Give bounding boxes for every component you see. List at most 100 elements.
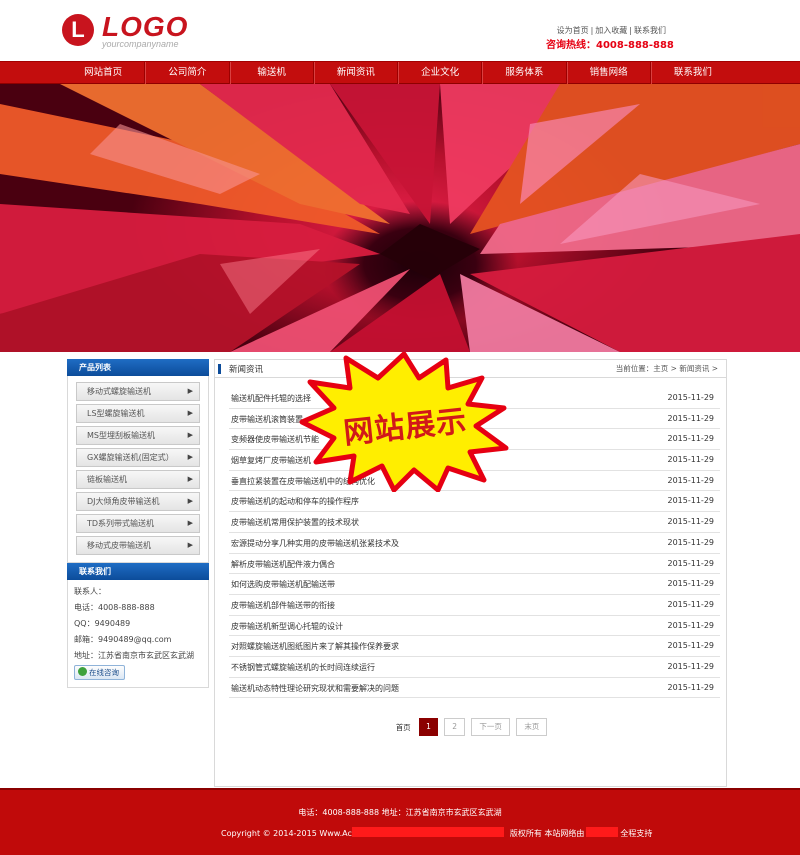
product-item-label: TD系列带式输送机 bbox=[87, 519, 155, 528]
nav-conveyor[interactable]: 输送机 bbox=[229, 62, 314, 85]
redacted-block bbox=[351, 827, 504, 837]
hotline: 咨询热线：4008-888-888 bbox=[546, 40, 674, 51]
news-row[interactable]: 皮带输送机的起动和停车的操作程序 2015-11-29 bbox=[229, 491, 720, 513]
separator: | bbox=[629, 26, 632, 35]
triangle-right-icon: ▶ bbox=[187, 475, 193, 483]
news-date: 2015-11-29 bbox=[667, 579, 715, 589]
nav-contact[interactable]: 联系我们 bbox=[650, 62, 734, 85]
news-row[interactable]: 皮带输送机部件输送带的衔接 2015-11-29 bbox=[229, 595, 720, 616]
news-row[interactable]: 对照螺旋输送机图纸图片来了解其操作保养要求 2015-11-29 bbox=[229, 636, 720, 657]
news-title[interactable]: 输送机动态特性理论研究现状和需要解决的问题 bbox=[231, 683, 399, 694]
product-item[interactable]: LS型螺旋输送机 ▶ bbox=[76, 404, 200, 423]
news-date: 2015-11-29 bbox=[667, 496, 715, 506]
banner-art bbox=[0, 84, 800, 352]
logo-subtitle: yourcompanyname bbox=[102, 39, 179, 49]
news-date: 2015-11-29 bbox=[667, 413, 715, 423]
news-row[interactable]: 如何选购皮带输送机配输送带 2015-11-29 bbox=[229, 574, 720, 595]
news-date: 2015-11-29 bbox=[667, 537, 715, 547]
product-item[interactable]: TD系列带式输送机 ▶ bbox=[76, 514, 200, 533]
contact-box: 联系人： 电话：4008-888-888 QQ：9490489 邮箱：94904… bbox=[67, 580, 209, 688]
pager-page-2[interactable]: 2 bbox=[444, 718, 466, 736]
news-title[interactable]: 皮带输送机部件输送带的衔接 bbox=[231, 600, 335, 611]
sidebar: 产品列表 移动式螺旋输送机 ▶ LS型螺旋输送机 ▶ MS型埋刮板输送机 ▶ GX螺旋… bbox=[67, 359, 209, 688]
product-item-label: MS型埋刮板输送机 bbox=[87, 431, 155, 440]
product-item-label: 移动式螺旋输送机 bbox=[87, 387, 151, 396]
top-links: 设为首页 | 加入收藏 | 联系我们 bbox=[557, 25, 666, 36]
news-date: 2015-11-29 bbox=[667, 434, 715, 444]
contact-address: 地址：江苏省南京市玄武区玄武湖 bbox=[74, 651, 194, 660]
news-panel-title: 新闻资讯 bbox=[229, 365, 264, 375]
news-title[interactable]: 皮带输送机常用保护装置的技术现状 bbox=[231, 517, 359, 528]
nav-sales[interactable]: 销售网络 bbox=[566, 62, 651, 85]
footer: 电话：4008-888-888 地址：江苏省南京市玄武区玄武湖 Copyrigh… bbox=[0, 788, 800, 855]
product-item[interactable]: 移动式螺旋输送机 ▶ bbox=[76, 382, 200, 401]
news-date: 2015-11-29 bbox=[667, 558, 715, 568]
news-title[interactable]: 对照螺旋输送机图纸图片来了解其操作保养要求 bbox=[231, 641, 399, 652]
nav-culture[interactable]: 企业文化 bbox=[398, 62, 483, 85]
nav-news[interactable]: 新闻资讯 bbox=[313, 62, 398, 85]
set-homepage-link[interactable]: 设为首页 bbox=[557, 26, 589, 35]
add-favorite-link[interactable]: 加入收藏 bbox=[595, 26, 627, 35]
pager-current[interactable]: 1 bbox=[419, 718, 438, 736]
product-item-label: DJ大倾角皮带输送机 bbox=[87, 497, 160, 506]
nav-home[interactable]: 网站首页 bbox=[62, 62, 146, 85]
triangle-right-icon: ▶ bbox=[187, 541, 193, 549]
online-consult-label: 在线咨询 bbox=[89, 668, 119, 677]
news-title[interactable]: 不锈钢管式螺旋输送机的长时间连续运行 bbox=[231, 662, 375, 673]
copyright-text: Copyright © 2014-2015 Www.Ac bbox=[221, 829, 352, 838]
news-title[interactable]: 皮带输送机的起动和停车的操作程序 bbox=[231, 496, 359, 507]
triangle-right-icon: ▶ bbox=[187, 453, 193, 461]
main-nav: 网站首页 公司简介 输送机 新闻资讯 企业文化 服务体系 销售网络 联系我们 bbox=[0, 61, 800, 85]
pager-next[interactable]: 下一页 bbox=[471, 718, 510, 736]
news-title[interactable]: 如何选购皮带输送机配输送带 bbox=[231, 579, 335, 590]
hero-banner bbox=[0, 84, 800, 352]
product-item-label: 链板输送机 bbox=[87, 475, 127, 484]
pager-last[interactable]: 末页 bbox=[516, 718, 548, 736]
contact-phone: 电话：4008-888-888 bbox=[74, 603, 155, 612]
news-row[interactable]: 解析皮带输送机配件液力偶合 2015-11-29 bbox=[229, 554, 720, 575]
news-date: 2015-11-29 bbox=[667, 393, 715, 402]
footer-contact: 电话：4008-888-888 地址：江苏省南京市玄武区玄武湖 bbox=[298, 808, 502, 817]
chat-icon bbox=[78, 667, 87, 676]
triangle-right-icon: ▶ bbox=[187, 431, 193, 439]
product-item[interactable]: 移动式皮带输送机 ▶ bbox=[76, 536, 200, 555]
product-item[interactable]: DJ大倾角皮带输送机 ▶ bbox=[76, 492, 200, 511]
news-date: 2015-11-29 bbox=[667, 475, 715, 485]
news-date: 2015-11-29 bbox=[667, 641, 715, 651]
product-item[interactable]: MS型埋刮板输送机 ▶ bbox=[76, 426, 200, 445]
nav-about[interactable]: 公司简介 bbox=[145, 62, 230, 85]
news-title[interactable]: 宏源提动分享几种实用的皮带输送机张紧技术及 bbox=[231, 538, 399, 549]
product-item-label: LS型螺旋输送机 bbox=[87, 409, 145, 418]
news-row[interactable]: 皮带输送机新型调心托辊的设计 2015-11-29 bbox=[229, 616, 720, 637]
triangle-right-icon: ▶ bbox=[187, 519, 193, 527]
footer-copyright: Copyright © 2014-2015 Www.Ac 版权所有 本站网络由 全程… bbox=[221, 827, 652, 839]
support-text: 全程支持 bbox=[620, 829, 653, 838]
news-row[interactable]: 皮带输送机常用保护装置的技术现状 2015-11-29 bbox=[229, 512, 720, 533]
product-list-title: 产品列表 bbox=[67, 359, 209, 376]
breadcrumb[interactable]: 当前位置：主页 > 新闻资讯 > bbox=[616, 363, 718, 374]
news-title[interactable]: 皮带输送机新型调心托辊的设计 bbox=[231, 621, 343, 632]
product-item[interactable]: 链板输送机 ▶ bbox=[76, 470, 200, 489]
news-title[interactable]: 解析皮带输送机配件液力偶合 bbox=[231, 559, 335, 570]
news-date: 2015-11-29 bbox=[667, 599, 715, 609]
news-row[interactable]: 输送机动态特性理论研究现状和需要解决的问题 2015-11-29 bbox=[229, 678, 720, 699]
triangle-right-icon: ▶ bbox=[187, 497, 193, 505]
header: L LOGO yourcompanyname 设为首页 | 加入收藏 | 联系我们 咨询… bbox=[0, 0, 800, 60]
contact-us-link[interactable]: 联系我们 bbox=[634, 26, 666, 35]
product-list: 移动式螺旋输送机 ▶ LS型螺旋输送机 ▶ MS型埋刮板输送机 ▶ GX螺旋输送机(固… bbox=[67, 376, 209, 563]
triangle-right-icon: ▶ bbox=[187, 387, 193, 395]
online-consult-button[interactable]: 在线咨询 bbox=[74, 665, 125, 680]
news-row[interactable]: 宏源提动分享几种实用的皮带输送机张紧技术及 2015-11-29 bbox=[229, 533, 720, 554]
news-date: 2015-11-29 bbox=[667, 455, 715, 465]
news-row[interactable]: 不锈钢管式螺旋输送机的长时间连续运行 2015-11-29 bbox=[229, 657, 720, 678]
logo-mark: L bbox=[62, 14, 94, 46]
pager-first[interactable]: 首页 bbox=[396, 722, 411, 733]
title-marker bbox=[218, 364, 221, 374]
news-date: 2015-11-29 bbox=[667, 682, 715, 692]
separator: | bbox=[590, 26, 594, 35]
nav-service[interactable]: 服务体系 bbox=[482, 62, 567, 85]
news-title[interactable]: 皮带输送机滚筒装置 bbox=[231, 414, 303, 425]
triangle-right-icon: ▶ bbox=[187, 409, 193, 417]
product-item[interactable]: GX螺旋输送机(固定式） ▶ bbox=[76, 448, 200, 467]
contact-person: 联系人： bbox=[74, 587, 106, 596]
